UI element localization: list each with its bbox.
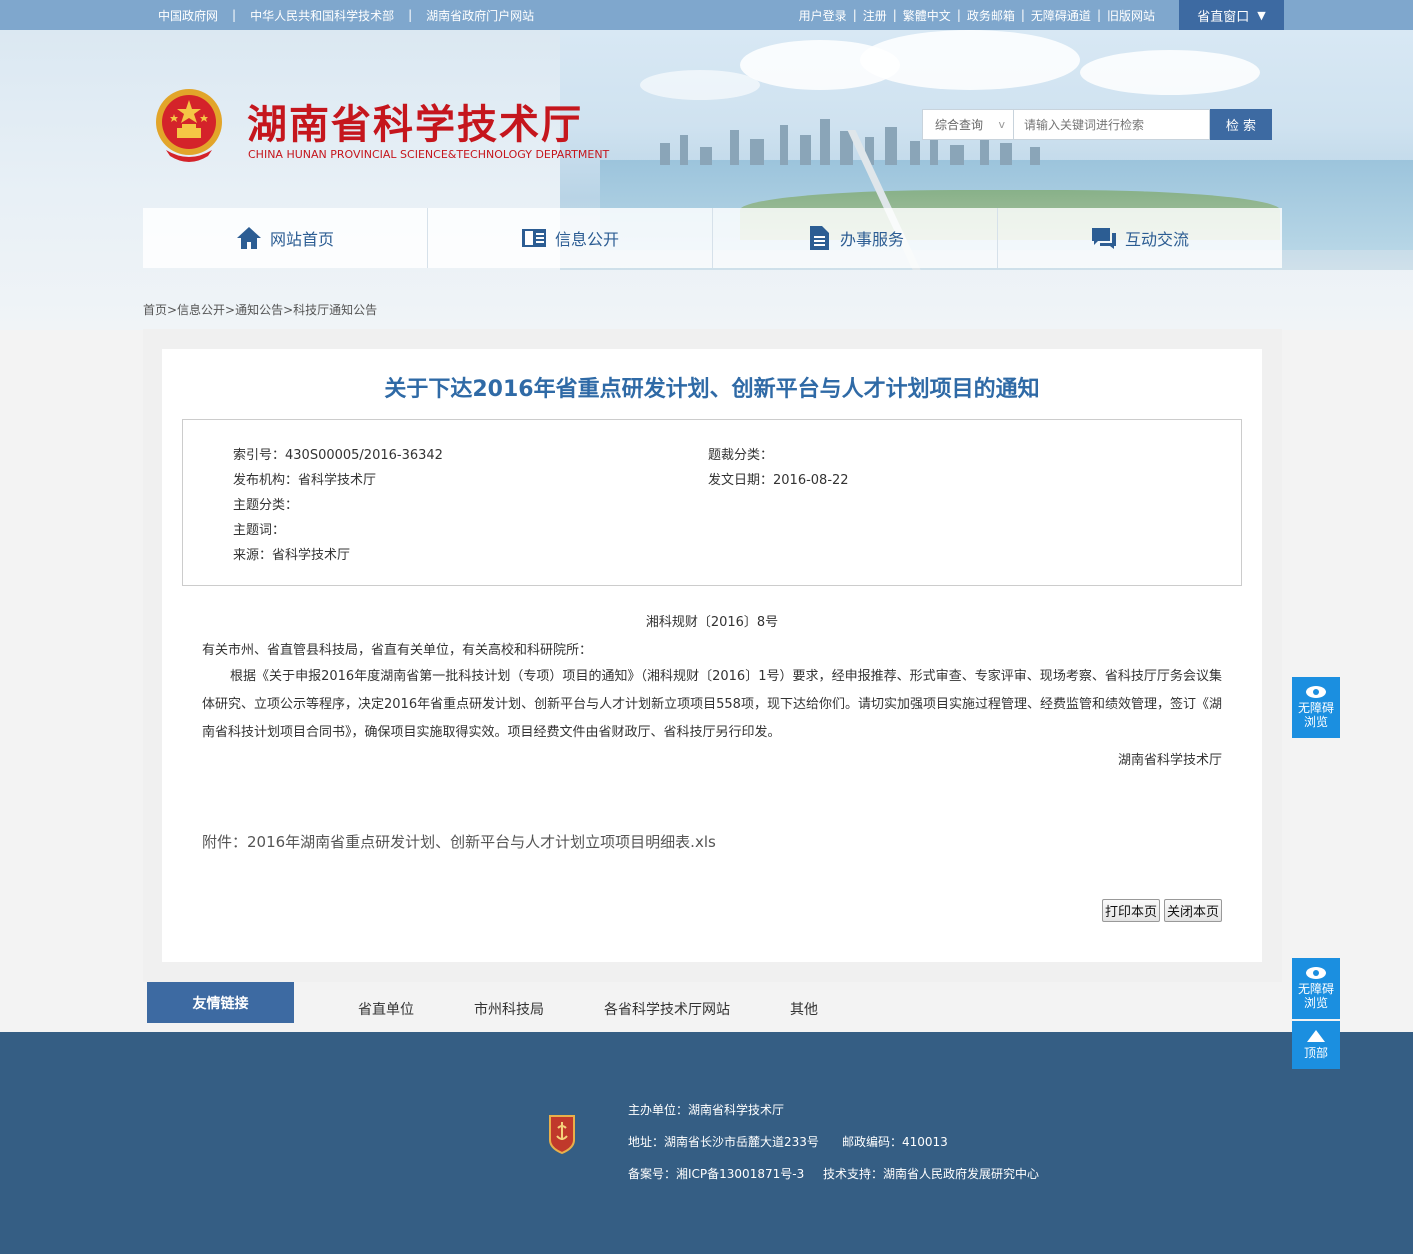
article-actions: 打印本页 关闭本页 [1101,899,1222,922]
breadcrumb[interactable]: 首页>信息公开>通知公告>科技厅通知公告 [143,301,377,318]
link-city-bureaus[interactable]: 市州科技局 [474,999,544,1019]
gov-mail-link[interactable]: 政务邮箱 [967,7,1015,24]
separator: | [1020,8,1025,22]
meta-category: 题裁分类： [708,448,774,463]
nav-item-interaction[interactable]: 互动交流 [998,208,1282,268]
site-logo-title[interactable]: 湖南省科学技术厅 [247,92,583,150]
print-button[interactable]: 打印本页 [1101,899,1160,922]
eye-icon [1306,967,1326,979]
old-site-link[interactable]: 旧版网站 [1107,7,1155,24]
national-emblem-icon [156,89,222,162]
nav-item-info[interactable]: 信息公开 [428,208,713,268]
separator: | [232,8,237,22]
link-other-provinces[interactable]: 各省科学技术厅网站 [604,999,730,1019]
top-bar: 中国政府网 | 中华人民共和国科学技术部 | 湖南省政府门户网站 用户登录 | 注… [0,0,1413,31]
accessibility-float-button[interactable]: 无障碍 浏览 [1292,677,1340,738]
main-nav: 网站首页 信息公开 办事服务 互动交流 [143,208,1282,268]
traditional-chinese-link[interactable]: 繁體中文 [903,7,951,24]
link-provincial-units[interactable]: 省直单位 [358,999,414,1019]
nav-label: 办事服务 [839,230,904,249]
chevron-down-icon: v [998,118,1005,131]
accessibility-label-line1: 无障碍 [1297,701,1334,715]
signer: 湖南省科学技术厅 [1117,753,1222,768]
back-to-top-label: 顶部 [1303,1046,1328,1060]
link-gov-cn[interactable]: 中国政府网 [158,7,218,24]
search-button[interactable]: 检 索 [1210,109,1272,140]
link-most[interactable]: 中华人民共和国科学技术部 [250,7,394,24]
nav-label: 互动交流 [1124,230,1189,249]
article-meta-box: 索引号：430S00005/2016-36342 题裁分类： 发布机构：省科学技… [182,419,1242,586]
header-banner [0,30,1413,330]
article-title: 关于下达2016年省重点研发计划、创新平台与人才计划项目的通知 [384,377,1040,402]
nav-label: 信息公开 [554,230,619,249]
links-title: 友情链接 [147,982,294,1023]
accessibility-link[interactable]: 无障碍通道 [1031,7,1091,24]
arrow-up-icon [1307,1030,1325,1042]
nav-item-services[interactable]: 办事服务 [713,208,998,268]
search-input[interactable] [1014,109,1210,140]
footer-postcode: 邮政编码：410013 [842,1135,948,1149]
link-other[interactable]: 其他 [790,999,818,1019]
separator: | [1096,8,1101,22]
nav-label: 网站首页 [269,230,334,249]
login-link[interactable]: 用户登录 [799,7,847,24]
footer-sponsor: 主办单位：湖南省科学技术厅 [628,1103,785,1117]
eye-icon [1306,686,1326,698]
site-logo-subtitle: CHINA HUNAN PROVINCIAL SCIENCE&TECHNOLOG… [248,148,610,161]
book-icon [521,225,547,251]
footer-icp[interactable]: 备案号：湘ICP备13001871号-3 [628,1165,804,1182]
meta-publisher: 发布机构：省科学技术厅 [233,473,377,488]
separator: | [892,8,897,22]
link-hunan-portal[interactable]: 湖南省政府门户网站 [426,7,534,24]
triangle-down-icon: ▼ [1257,9,1266,22]
search-bar: 综合查询 v 检 索 [922,109,1272,140]
document-icon [806,225,832,251]
separator: | [408,8,413,22]
gov-badge-icon[interactable] [548,1114,576,1154]
meta-index-no: 索引号：430S00005/2016-36342 [233,448,443,463]
separator: | [956,8,961,22]
separator: | [852,8,857,22]
accessibility-label-line2: 浏览 [1303,715,1328,729]
accessibility-label-line1: 无障碍 [1297,982,1334,996]
chat-icon [1091,225,1117,251]
footer-address: 地址：湖南省长沙市岳麓大道233号 [628,1135,819,1149]
meta-date: 发文日期：2016-08-22 [708,473,849,488]
back-to-top-button[interactable]: 顶部 [1292,1021,1340,1069]
meta-keywords: 主题词： [233,523,286,538]
province-window-label: 省直窗口 [1197,10,1250,25]
search-type-label: 综合查询 [935,118,984,132]
article-body: 根据《关于申报2016年度湖南省第一批科技计划（专项）项目的通知》（湘科规财〔2… [202,669,1222,740]
close-button[interactable]: 关闭本页 [1163,899,1222,922]
accessibility-float-button-2[interactable]: 无障碍 浏览 [1292,958,1340,1019]
accessibility-label-line2: 浏览 [1303,996,1328,1010]
meta-subject: 主题分类： [233,498,299,513]
top-left-links: 中国政府网 | 中华人民共和国科学技术部 | 湖南省政府门户网站 [158,0,534,30]
top-right-links: 用户登录 | 注册 | 繁體中文 | 政务邮箱 | 无障碍通道 | 旧版网站 [799,0,1155,30]
province-window-button[interactable]: 省直窗口 ▼ [1179,0,1284,31]
nav-item-home[interactable]: 网站首页 [143,208,428,268]
home-icon [236,225,262,251]
attachment-link[interactable]: 附件：2016年湖南省重点研发计划、创新平台与人才计划立项项目明细表.xls [202,831,716,852]
addressee: 有关市州、省直管县科技局，省直有关单位，有关高校和科研院所： [202,643,593,658]
search-type-select[interactable]: 综合查询 v [922,109,1014,140]
meta-source: 来源：省科学技术厅 [233,548,351,563]
register-link[interactable]: 注册 [863,7,887,24]
footer-support: 技术支持：湖南省人民政府发展研究中心 [823,1167,1040,1181]
article-panel: 关于下达2016年省重点研发计划、创新平台与人才计划项目的通知 索引号：430S… [162,349,1262,962]
document-number: 湘科规财〔2016〕8号 [645,615,779,630]
